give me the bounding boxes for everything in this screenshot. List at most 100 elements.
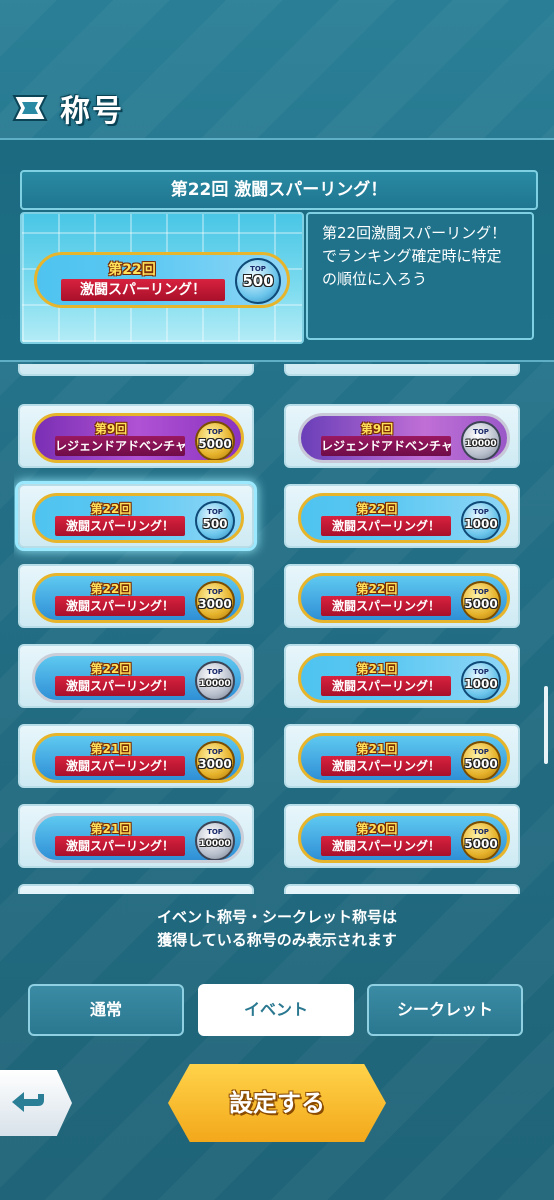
plate-event-name: 激闘スパーリング！ bbox=[55, 596, 185, 616]
medal-rank: 10000 bbox=[199, 679, 231, 689]
rank-medal-icon: TOP 500 bbox=[195, 501, 235, 540]
medal-rank: 10000 bbox=[465, 439, 497, 449]
rank-medal-icon: TOP 5000 bbox=[461, 581, 501, 620]
rank-medal-icon: TOP 10000 bbox=[195, 661, 235, 700]
title-cell[interactable]: 第21回 激闘スパーリング！ TOP 5000 bbox=[284, 724, 520, 788]
medal-top-label: TOP bbox=[473, 428, 489, 436]
title-plate: 第9回 レジェンドアドベンチャー TOP 5000 bbox=[32, 413, 244, 463]
title-cell[interactable]: 第22回 激闘スパーリング！ TOP 10000 bbox=[18, 644, 254, 708]
title-cell-selected[interactable]: 第22回 激闘スパーリング！ TOP 500 bbox=[18, 484, 254, 548]
rank-medal-icon: TOP 5000 bbox=[195, 421, 235, 460]
rank-medal-icon: TOP 5000 bbox=[461, 741, 501, 780]
back-button[interactable] bbox=[0, 1070, 72, 1136]
medal-top-label: TOP bbox=[207, 668, 223, 676]
plate-round: 第22回 bbox=[90, 582, 132, 596]
list-scrollbar[interactable] bbox=[544, 686, 548, 764]
plate-round: 第20回 bbox=[356, 822, 398, 836]
title-plate: 第20回 激闘スパーリング！ TOP 5000 bbox=[298, 813, 510, 863]
title-plate: 第22回 激闘スパーリング！ TOP 500 bbox=[34, 252, 290, 308]
rank-medal-icon: TOP 10000 bbox=[461, 421, 501, 460]
medal-top-label: TOP bbox=[473, 588, 489, 596]
title-cell-partial[interactable] bbox=[284, 364, 520, 376]
plate-round: 第21回 bbox=[356, 662, 398, 676]
title-plate: 第21回 激闘スパーリング！ TOP 5000 bbox=[298, 733, 510, 783]
medal-top-label: TOP bbox=[473, 508, 489, 516]
title-cell-partial[interactable] bbox=[18, 364, 254, 376]
notice-line: イベント称号・シークレット称号は bbox=[156, 908, 397, 926]
medal-top-label: TOP bbox=[473, 668, 489, 676]
display-notice: イベント称号・シークレット称号は 獲得している称号のみ表示されます bbox=[0, 906, 554, 952]
title-badge-icon bbox=[12, 95, 48, 121]
selected-title-name: 第22回 激闘スパーリング！ bbox=[20, 170, 538, 210]
title-cell[interactable]: 第21回 激闘スパーリング！ TOP 1000 bbox=[284, 644, 520, 708]
medal-top-label: TOP bbox=[207, 748, 223, 756]
title-cell-partial[interactable] bbox=[18, 884, 254, 894]
tab-normal[interactable]: 通常 bbox=[28, 984, 184, 1036]
medal-top-label: TOP bbox=[207, 428, 223, 436]
plate-event-name: 激闘スパーリング！ bbox=[321, 676, 451, 696]
description-line: でランキング確定時に特定 bbox=[322, 247, 502, 265]
medal-top-label: TOP bbox=[473, 828, 489, 836]
title-cell[interactable]: 第22回 激闘スパーリング！ TOP 1000 bbox=[284, 484, 520, 548]
title-cell[interactable]: 第9回 レジェンドアドベンチャー TOP 10000 bbox=[284, 404, 520, 468]
rank-medal-icon: TOP 10000 bbox=[195, 821, 235, 860]
title-plate: 第21回 激闘スパーリング！ TOP 3000 bbox=[32, 733, 244, 783]
medal-rank: 5000 bbox=[464, 757, 498, 771]
title-plate: 第22回 激闘スパーリング！ TOP 5000 bbox=[298, 573, 510, 623]
plate-event-name: 激闘スパーリング！ bbox=[321, 516, 451, 536]
rank-medal-icon: TOP 5000 bbox=[461, 821, 501, 860]
medal-rank: 5000 bbox=[464, 597, 498, 611]
plate-round: 第21回 bbox=[90, 822, 132, 836]
plate-event-name: レジェンドアドベンチャー bbox=[321, 436, 451, 456]
title-cell[interactable]: 第21回 激闘スパーリング！ TOP 10000 bbox=[18, 804, 254, 868]
medal-top-label: TOP bbox=[207, 828, 223, 836]
title-plate: 第21回 激闘スパーリング！ TOP 10000 bbox=[32, 813, 244, 863]
medal-top-label: TOP bbox=[207, 588, 223, 596]
plate-event-name: 激闘スパーリング！ bbox=[321, 756, 451, 776]
title-cell[interactable]: 第22回 激闘スパーリング！ TOP 5000 bbox=[284, 564, 520, 628]
plate-event-name: レジェンドアドベンチャー bbox=[55, 436, 185, 456]
title-list[interactable]: 第9回 レジェンドアドベンチャー TOP 5000 第9回 レジェンドアドベンチ… bbox=[14, 364, 540, 894]
page-header: 称号 bbox=[0, 80, 554, 132]
medal-top-label: TOP bbox=[473, 748, 489, 756]
title-cell[interactable]: 第9回 レジェンドアドベンチャー TOP 5000 bbox=[18, 404, 254, 468]
page-title: 称号 bbox=[60, 94, 124, 129]
medal-rank: 5000 bbox=[198, 437, 232, 451]
title-list-scroll[interactable]: 第9回 レジェンドアドベンチャー TOP 5000 第9回 レジェンドアドベンチ… bbox=[14, 364, 540, 894]
medal-rank: 1000 bbox=[464, 517, 498, 531]
title-preview: 第22回 激闘スパーリング！ TOP 500 bbox=[20, 212, 304, 344]
set-title-button[interactable]: 設定する bbox=[168, 1064, 386, 1142]
tab-event[interactable]: イベント bbox=[198, 984, 354, 1036]
plate-round: 第22回 bbox=[356, 582, 398, 596]
title-plate: 第22回 激闘スパーリング！ TOP 10000 bbox=[32, 653, 244, 703]
description-line: の順位に入ろう bbox=[322, 270, 428, 288]
tab-secret[interactable]: シークレット bbox=[367, 984, 523, 1036]
title-plate: 第21回 激闘スパーリング！ TOP 1000 bbox=[298, 653, 510, 703]
rank-medal-icon: TOP 3000 bbox=[195, 581, 235, 620]
title-description: 第22回激闘スパーリング！ でランキング確定時に特定 の順位に入ろう bbox=[306, 212, 534, 340]
title-plate: 第22回 激闘スパーリング！ TOP 3000 bbox=[32, 573, 244, 623]
title-cell[interactable]: 第21回 激闘スパーリング！ TOP 3000 bbox=[18, 724, 254, 788]
plate-round: 第21回 bbox=[90, 742, 132, 756]
plate-event-name: 激闘スパーリング！ bbox=[61, 279, 225, 301]
back-arrow-icon bbox=[12, 1092, 44, 1112]
medal-rank: 500 bbox=[202, 517, 228, 531]
title-plate: 第22回 激闘スパーリング！ TOP 1000 bbox=[298, 493, 510, 543]
medal-rank: 10000 bbox=[199, 839, 231, 849]
title-cell-partial[interactable] bbox=[284, 884, 520, 894]
medal-rank: 3000 bbox=[198, 757, 232, 771]
title-plate: 第9回 レジェンドアドベンチャー TOP 10000 bbox=[298, 413, 510, 463]
medal-rank: 3000 bbox=[198, 597, 232, 611]
plate-round: 第21回 bbox=[356, 742, 398, 756]
plate-round: 第22回 bbox=[90, 662, 132, 676]
plate-event-name: 激闘スパーリング！ bbox=[321, 596, 451, 616]
plate-round: 第22回 bbox=[108, 262, 156, 278]
plate-event-name: 激闘スパーリング！ bbox=[321, 836, 451, 856]
plate-event-name: 激闘スパーリング！ bbox=[55, 756, 185, 776]
medal-rank: 5000 bbox=[464, 837, 498, 851]
title-cell[interactable]: 第20回 激闘スパーリング！ TOP 5000 bbox=[284, 804, 520, 868]
rank-medal-icon: TOP 3000 bbox=[195, 741, 235, 780]
notice-line: 獲得している称号のみ表示されます bbox=[157, 931, 397, 949]
title-cell[interactable]: 第22回 激闘スパーリング！ TOP 3000 bbox=[18, 564, 254, 628]
medal-top-label: TOP bbox=[207, 508, 223, 516]
